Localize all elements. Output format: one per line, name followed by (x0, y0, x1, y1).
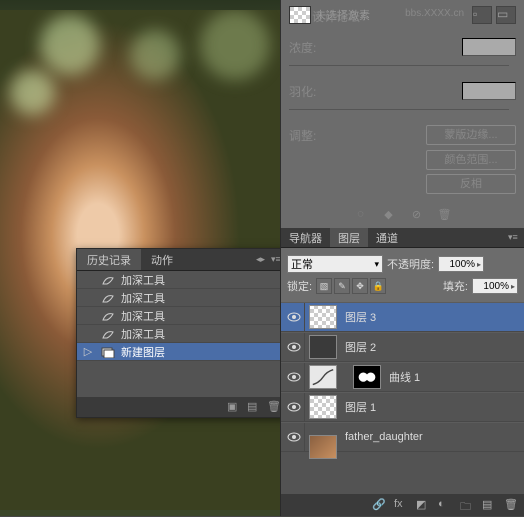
layer-row[interactable]: 曲线 1 (281, 362, 524, 392)
link-icon[interactable] (339, 365, 351, 389)
watermark-text: 设计论坛 (312, 8, 360, 25)
visibility-toggle[interactable] (283, 363, 305, 391)
history-item-label: 加深工具 (121, 272, 283, 288)
opacity-label: 不透明度: (387, 256, 434, 272)
new-layer-icon (99, 345, 117, 359)
blend-mode-select[interactable]: 正常 (287, 255, 383, 273)
lock-transparency-icon[interactable]: ▧ (316, 278, 332, 294)
feather-input[interactable] (462, 82, 516, 100)
vector-mask-button[interactable]: ▭ (496, 6, 516, 24)
history-item-label: 加深工具 (121, 326, 283, 342)
visibility-toggle[interactable] (283, 393, 305, 421)
density-label: 浓度: (289, 39, 337, 56)
invert-button[interactable]: 反相 (426, 174, 516, 194)
burn-tool-icon (99, 309, 117, 323)
history-item-label: 新建图层 (121, 344, 283, 360)
new-layer-icon[interactable]: ▤ (482, 498, 496, 512)
feather-slider[interactable] (289, 106, 509, 114)
color-range-button[interactable]: 颜色范围... (426, 150, 516, 170)
history-item[interactable]: 加深工具 (77, 325, 287, 343)
history-item-label: 加深工具 (121, 290, 283, 306)
layer-mask-thumbnail[interactable] (353, 365, 381, 389)
watermark-url: bbs.XXXX.cn (405, 8, 464, 19)
pixel-mask-button[interactable]: ▫ (472, 6, 492, 24)
tab-layers[interactable]: 图层 (330, 228, 368, 247)
layer-row[interactable]: father_daughter (281, 422, 524, 452)
history-item[interactable]: 加深工具 (77, 307, 287, 325)
panel-collapse-icon[interactable]: ◂▸ (256, 254, 268, 266)
history-panel: 历史记录 动作 ◂▸ ▾≡ 加深工具 加深工具 加深工具 加深工具 ▷ (76, 248, 288, 418)
mask-disable-icon[interactable]: ⊘ (409, 208, 425, 220)
visibility-toggle[interactable] (283, 303, 305, 331)
lock-all-icon[interactable]: 🔒 (370, 278, 386, 294)
layer-row[interactable]: 图层 2 (281, 332, 524, 362)
add-mask-icon[interactable]: ◩ (416, 498, 430, 512)
create-document-icon[interactable]: ▣ (227, 400, 241, 414)
layer-thumbnail[interactable] (309, 335, 337, 359)
mask-load-icon[interactable]: ◌ (353, 208, 369, 220)
adjust-label: 调整: (289, 127, 337, 144)
history-item[interactable]: 加深工具 (77, 289, 287, 307)
lock-position-icon[interactable]: ✥ (352, 278, 368, 294)
opacity-input[interactable]: 100% (438, 256, 484, 272)
layers-panel: 导航器 图层 通道 ▾≡ 正常 不透明度: 100% 锁定: ▧ ✎ ✥ 🔒 填… (280, 228, 524, 516)
trash-icon[interactable]: 🗑 (437, 208, 453, 220)
feather-label: 羽化: (289, 83, 337, 100)
history-item-label: 加深工具 (121, 308, 283, 324)
new-snapshot-icon[interactable]: ▤ (247, 400, 261, 414)
layer-name[interactable]: 图层 2 (345, 339, 376, 355)
history-item[interactable]: 加深工具 (77, 271, 287, 289)
density-input[interactable] (462, 38, 516, 56)
panel-menu-icon[interactable]: ▾≡ (508, 232, 520, 244)
layer-name[interactable]: 图层 1 (345, 399, 376, 415)
tab-navigator[interactable]: 导航器 (281, 228, 330, 247)
layer-row[interactable]: 图层 1 (281, 392, 524, 422)
tab-actions[interactable]: 动作 (141, 249, 183, 270)
adjustment-layer-icon[interactable]: ◐ (438, 498, 452, 512)
layer-list: 图层 3 图层 2 曲线 1 图层 1 father_daughter (281, 302, 524, 452)
history-current-marker: ▷ (81, 345, 95, 358)
layer-row[interactable]: 图层 3 (281, 302, 524, 332)
visibility-toggle[interactable] (283, 423, 305, 451)
layer-name[interactable]: 图层 3 (345, 309, 376, 325)
group-icon[interactable]: 🗀 (460, 498, 474, 512)
layer-thumbnail[interactable] (309, 395, 337, 419)
history-item[interactable]: ▷ 新建图层 (77, 343, 287, 361)
trash-icon[interactable]: 🗑 (267, 400, 281, 414)
masks-panel: 未选择激素 ▫ ▭ 浓度: 羽化: 调整: 蒙版边缘... 颜色范围... 反相… (280, 0, 524, 228)
tab-channels[interactable]: 通道 (368, 228, 406, 247)
fill-input[interactable]: 100% (472, 278, 518, 294)
layer-name[interactable]: 曲线 1 (389, 369, 420, 385)
history-list: 加深工具 加深工具 加深工具 加深工具 ▷ 新建图层 (77, 271, 287, 361)
lock-pixels-icon[interactable]: ✎ (334, 278, 350, 294)
adjustment-icon[interactable] (309, 365, 337, 389)
fill-label: 填充: (443, 278, 468, 294)
layer-name[interactable]: father_daughter (345, 431, 423, 443)
link-layers-icon[interactable]: 🔗 (372, 498, 386, 512)
lock-label: 锁定: (287, 278, 312, 294)
density-slider[interactable] (289, 62, 509, 70)
mask-apply-icon[interactable]: ◆ (381, 208, 397, 220)
burn-tool-icon (99, 327, 117, 341)
mask-thumbnail[interactable] (289, 6, 311, 24)
trash-icon[interactable]: 🗑 (504, 498, 518, 512)
tab-history[interactable]: 历史记录 (77, 249, 141, 270)
layer-thumbnail[interactable] (309, 305, 337, 329)
burn-tool-icon (99, 291, 117, 305)
fx-icon[interactable]: fx (394, 498, 408, 512)
mask-edge-button[interactable]: 蒙版边缘... (426, 125, 516, 145)
visibility-toggle[interactable] (283, 333, 305, 361)
burn-tool-icon (99, 273, 117, 287)
layer-thumbnail[interactable] (309, 435, 337, 459)
